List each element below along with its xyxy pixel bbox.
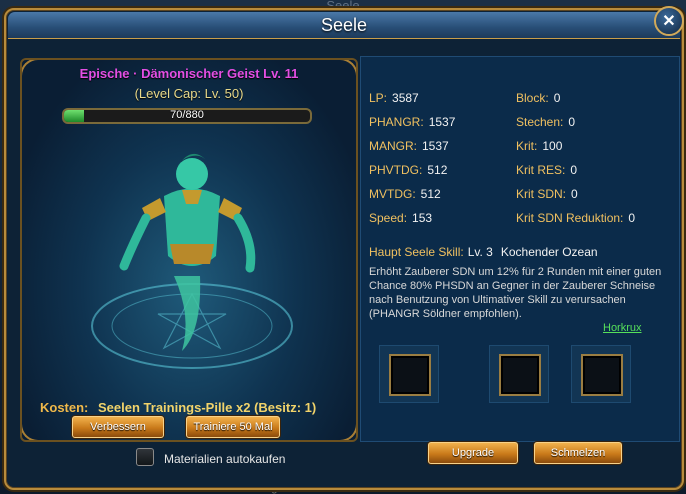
- close-icon[interactable]: ✕: [654, 6, 684, 36]
- window-title: Seele: [320, 15, 368, 35]
- soul-name: Epische · Dämonischer Geist Lv. 11: [79, 66, 299, 81]
- horkrux-slot-frame: [571, 345, 631, 403]
- stat-block: Block: 0: [516, 91, 561, 105]
- cost-value: Seelen Trainings-Pille x2 (Besitz: 1): [98, 400, 317, 415]
- stat-mvtdg: MVTDG: 512: [369, 187, 441, 201]
- stat-krit-res: Krit RES: 0: [516, 163, 578, 177]
- stat-phangr: PHANGR: 1537: [369, 115, 456, 129]
- spirit-belt-armor: [170, 244, 214, 264]
- skill-name: Kochender Ozean: [500, 245, 598, 259]
- stat-krit-sdn: Krit SDN: 0: [516, 187, 578, 201]
- horkrux-slot-3[interactable]: [581, 354, 623, 396]
- cost-line: Kosten: Seelen Trainings-Pille x2 (Besit…: [40, 400, 316, 415]
- smelt-button[interactable]: Schmelzen: [534, 442, 622, 464]
- stat-speed: Speed: 153: [369, 211, 433, 225]
- soul-display-panel: Epische · Dämonischer Geist Lv. 11 (Leve…: [20, 58, 358, 442]
- autobuy-checkbox[interactable]: [136, 448, 154, 466]
- soul-level-cap: (Level Cap: Lv. 50): [134, 86, 244, 101]
- spirit-right-arm: [233, 213, 256, 273]
- soul-stats-panel: LP: 3587 PHANGR: 1537 MANGR: 1537 PHVTDG: 51…: [360, 56, 680, 442]
- soul-character-image: [91, 153, 293, 369]
- xp-progress-text: 70/880: [170, 109, 204, 121]
- train-50-button[interactable]: Trainiere 50 Mal: [186, 416, 280, 438]
- spirit-left-arm: [119, 213, 151, 271]
- stat-lp: LP: 3587: [369, 91, 419, 105]
- main-soul-skill: Haupt Seele Skill: Lv. 3 Kochender Ozean: [369, 245, 598, 259]
- frame-ornament: [316, 400, 356, 440]
- horkrux-slot-frame: [379, 345, 439, 403]
- stat-phvtdg: PHVTDG: 512: [369, 163, 448, 177]
- horkrux-slot-frame: [489, 345, 549, 403]
- skill-label: Haupt Seele Skill:: [369, 245, 464, 259]
- xp-progress-bar: 70/880: [62, 108, 312, 124]
- horkrux-slot-2[interactable]: [499, 354, 541, 396]
- autobuy-label: Materialien autokaufen: [164, 452, 286, 466]
- horkrux-slot-1[interactable]: [389, 354, 431, 396]
- soul-window: Seele ✕ Epische · Dämonischer Geist Lv. …: [4, 6, 684, 490]
- improve-button[interactable]: Verbessern: [72, 416, 164, 438]
- stat-stechen: Stechen: 0: [516, 115, 576, 129]
- upgrade-button[interactable]: Upgrade: [428, 442, 518, 464]
- stat-krit-sdn-reduction: Krit SDN Reduktion: 0: [516, 211, 636, 225]
- spirit-head: [176, 158, 208, 190]
- horkrux-link[interactable]: Horkrux: [603, 322, 642, 334]
- window-titlebar: Seele: [8, 12, 680, 39]
- skill-level: Lv. 3: [467, 245, 493, 259]
- stat-mangr: MANGR: 1537: [369, 139, 449, 153]
- stat-krit: Krit: 100: [516, 139, 563, 153]
- skill-description: Erhöht Zauberer SDN um 12% für 2 Runden …: [369, 266, 662, 320]
- cost-label: Kosten:: [40, 400, 89, 415]
